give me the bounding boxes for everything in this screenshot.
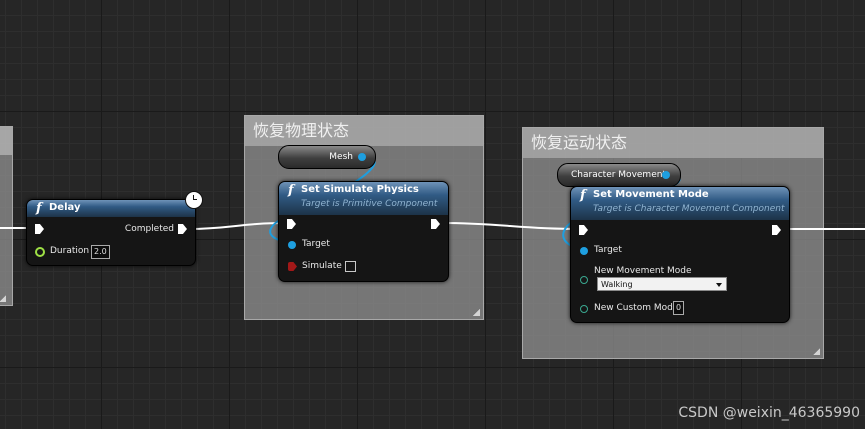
resize-grip[interactable]	[473, 309, 480, 316]
comment-title[interactable]: 恢复运动状态	[523, 128, 823, 158]
comment-title[interactable]: 恢复物理状态	[245, 116, 483, 146]
resize-grip[interactable]	[813, 348, 820, 355]
simulate-label: Simulate	[302, 261, 342, 271]
function-icon: f	[36, 201, 42, 216]
variable-label: Mesh	[329, 152, 353, 162]
resize-grip[interactable]	[0, 295, 6, 302]
blueprint-graph[interactable]: 恢复物理状态 恢复运动状态 f Delay Completed Duration…	[0, 0, 865, 429]
simulate-checkbox[interactable]	[345, 261, 356, 272]
node-title: Set Simulate Physics	[301, 184, 419, 195]
duration-label: Duration	[50, 246, 90, 256]
function-icon: f	[288, 183, 294, 198]
set-simulate-physics-node[interactable]: f Set Simulate Physics Target is Primiti…	[278, 181, 449, 282]
exec-in-pin[interactable]	[287, 219, 296, 229]
node-subtitle: Target is Character Movement Component	[593, 204, 785, 214]
exec-in-pin[interactable]	[579, 225, 588, 235]
custom-mode-input[interactable]: 0	[673, 301, 685, 315]
watermark: CSDN @weixin_46365990	[678, 405, 860, 421]
new-custom-mode-label: New Custom Mode	[594, 303, 679, 313]
node-header[interactable]: f Set Simulate Physics Target is Primiti…	[279, 182, 448, 215]
node-header[interactable]: f Set Movement Mode Target is Character …	[571, 187, 789, 220]
exec-out-completed-pin[interactable]	[178, 224, 187, 234]
movement-mode-dropdown[interactable]: Walking	[597, 277, 727, 291]
variable-label: Character Movement	[571, 170, 666, 180]
chevron-down-icon	[716, 283, 722, 287]
set-movement-mode-node[interactable]: f Set Movement Mode Target is Character …	[570, 186, 790, 323]
function-icon: f	[580, 188, 586, 203]
partial-comment-box[interactable]	[0, 126, 13, 306]
new-custom-mode-pin[interactable]	[580, 305, 588, 313]
mesh-output-pin[interactable]	[358, 153, 366, 161]
simulate-pin[interactable]	[288, 262, 297, 271]
new-movement-mode-label: New Movement Mode	[594, 266, 692, 276]
clock-icon	[185, 191, 203, 209]
duration-input[interactable]: 2.0	[91, 245, 110, 259]
character-movement-output-pin[interactable]	[662, 171, 670, 179]
completed-label: Completed	[124, 224, 174, 234]
delay-node[interactable]: f Delay Completed Duration 2.0	[26, 199, 196, 266]
node-subtitle: Target is Primitive Component	[301, 199, 438, 209]
target-pin[interactable]	[580, 247, 588, 255]
node-title: Set Movement Mode	[593, 189, 709, 200]
new-movement-mode-pin[interactable]	[580, 276, 588, 284]
duration-pin[interactable]	[35, 247, 45, 257]
node-title: Delay	[49, 202, 81, 213]
exec-in-pin[interactable]	[35, 224, 44, 234]
character-movement-variable-node[interactable]: Character Movement	[557, 163, 681, 187]
mesh-variable-node[interactable]: Mesh	[278, 145, 376, 169]
node-header[interactable]: f Delay	[27, 200, 195, 217]
exec-out-pin[interactable]	[772, 225, 781, 235]
target-pin[interactable]	[288, 241, 296, 249]
dropdown-value: Walking	[601, 280, 633, 289]
target-label: Target	[594, 245, 622, 255]
partial-comment-title-bar	[0, 127, 12, 155]
target-label: Target	[302, 239, 330, 249]
exec-out-pin[interactable]	[431, 219, 440, 229]
